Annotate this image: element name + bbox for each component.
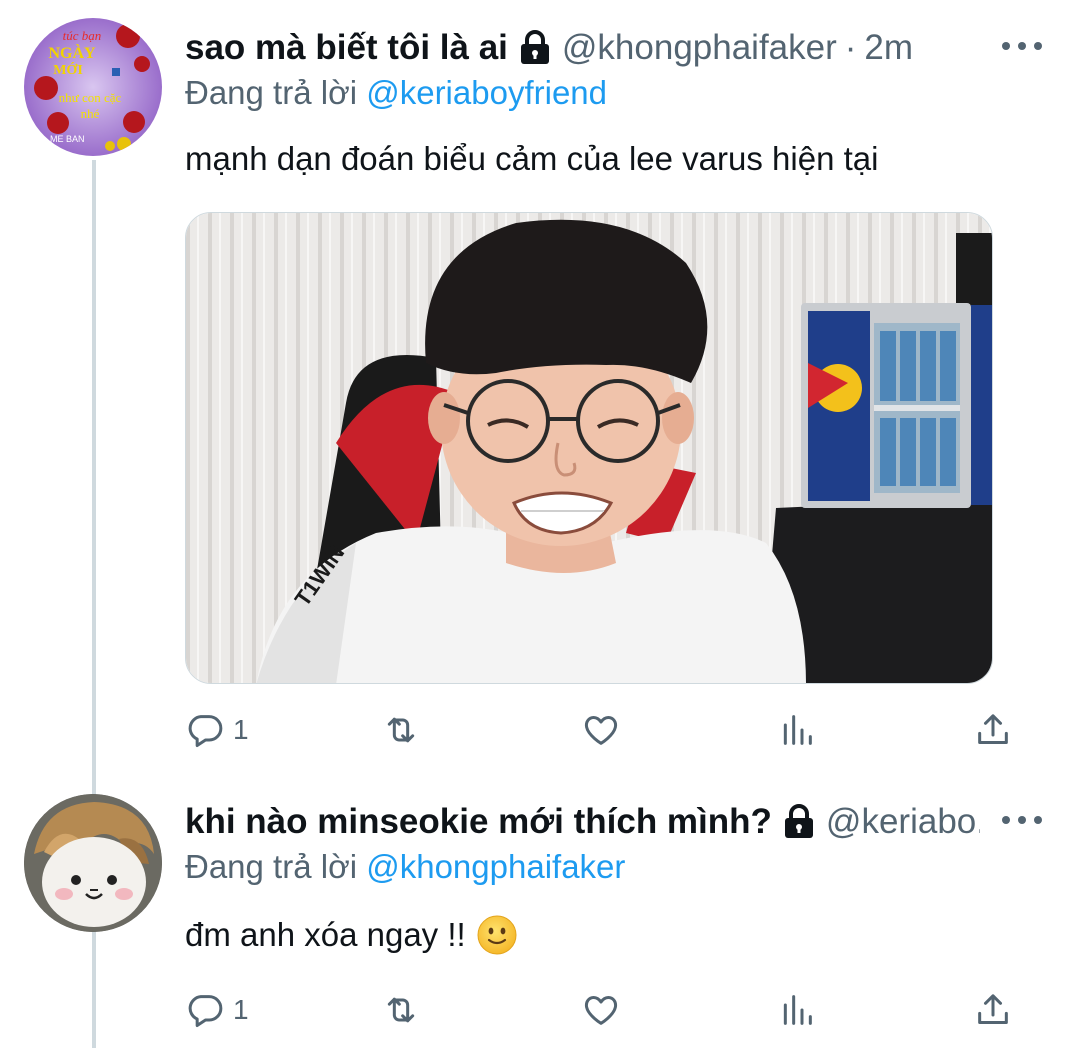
heart-icon — [584, 996, 618, 1025]
replying-to: Đang trả lời @khongphaifaker — [185, 848, 625, 886]
reply-count: 1 — [233, 994, 249, 1025]
retweet-button[interactable] — [381, 705, 421, 755]
tweet-header: sao mà biết tôi là ai @khongphaifaker · … — [185, 22, 980, 74]
share-button[interactable] — [973, 705, 1013, 755]
lock-icon — [518, 30, 552, 66]
retweet-icon — [387, 997, 415, 1023]
share-button[interactable] — [973, 985, 1013, 1035]
tweet-text: mạnh dạn đoán biểu cảm của lee varus hiệ… — [185, 140, 879, 177]
more-options-icon[interactable] — [1002, 36, 1042, 56]
speech-bubble-icon — [188, 995, 223, 1027]
avatar-text-3: MỚI — [53, 61, 83, 78]
replying-to-mention[interactable]: @khongphaifaker — [366, 848, 625, 885]
avatar-text-2: NGÀY — [48, 43, 96, 62]
replying-to-mention[interactable]: @keriaboyfriend — [366, 74, 607, 111]
avatar-text-1: túc bạn — [63, 28, 102, 43]
avatar-text-5: nhé — [81, 106, 100, 121]
avatar-text-6: ME BAN — [50, 134, 85, 144]
timestamp[interactable]: 2m — [864, 28, 913, 68]
more-options-icon[interactable] — [1002, 810, 1042, 830]
tweet[interactable]: khi nào minseokie mới thích mình? @keria… — [0, 780, 1080, 1048]
replying-prefix: Đang trả lời — [185, 848, 367, 885]
user-handle[interactable]: @keriabo... — [826, 802, 980, 842]
avatar[interactable] — [24, 794, 162, 932]
display-name[interactable]: khi nào minseokie mới thích mình? — [185, 802, 772, 842]
tweet[interactable]: túc bạn NGÀY MỚI như con cặc nhé ME BAN … — [0, 0, 1080, 780]
replying-prefix: Đang trả lời — [185, 74, 367, 111]
display-name[interactable]: sao mà biết tôi là ai — [185, 28, 508, 68]
tweet-actions: 1 — [185, 705, 1025, 755]
avatar-text-4: như con cặc — [59, 90, 122, 105]
user-handle[interactable]: @khongphaifaker — [562, 28, 837, 68]
tweet-header: khi nào minseokie mới thích mình? @keria… — [185, 796, 980, 848]
tweet-media-image[interactable]: T1WIN — [185, 212, 993, 684]
lock-icon — [782, 804, 816, 840]
avatar[interactable]: túc bạn NGÀY MỚI như con cặc nhé ME BAN — [24, 18, 162, 156]
like-button[interactable] — [581, 985, 621, 1035]
share-upload-icon — [978, 994, 1008, 1024]
retweet-button[interactable] — [381, 985, 421, 1035]
reply-button[interactable]: 1 — [185, 985, 249, 1035]
tweet-actions: 1 — [185, 985, 1025, 1035]
bar-chart-icon — [783, 715, 812, 745]
like-button[interactable] — [581, 705, 621, 755]
tweet-text-content: đm anh xóa ngay !! — [185, 916, 466, 953]
views-button[interactable] — [777, 705, 817, 755]
separator-dot: · — [844, 28, 857, 67]
reply-button[interactable]: 1 — [185, 705, 249, 755]
heart-icon — [584, 716, 618, 745]
reply-count: 1 — [233, 714, 249, 745]
share-upload-icon — [978, 714, 1008, 744]
bar-chart-icon — [783, 995, 812, 1025]
views-button[interactable] — [777, 985, 817, 1035]
tweet-text: đm anh xóa ngay !! — [185, 914, 518, 956]
slightly-smiling-face-icon — [476, 914, 518, 956]
replying-to: Đang trả lời @keriaboyfriend — [185, 74, 607, 112]
speech-bubble-icon — [188, 715, 223, 747]
retweet-icon — [387, 717, 415, 743]
